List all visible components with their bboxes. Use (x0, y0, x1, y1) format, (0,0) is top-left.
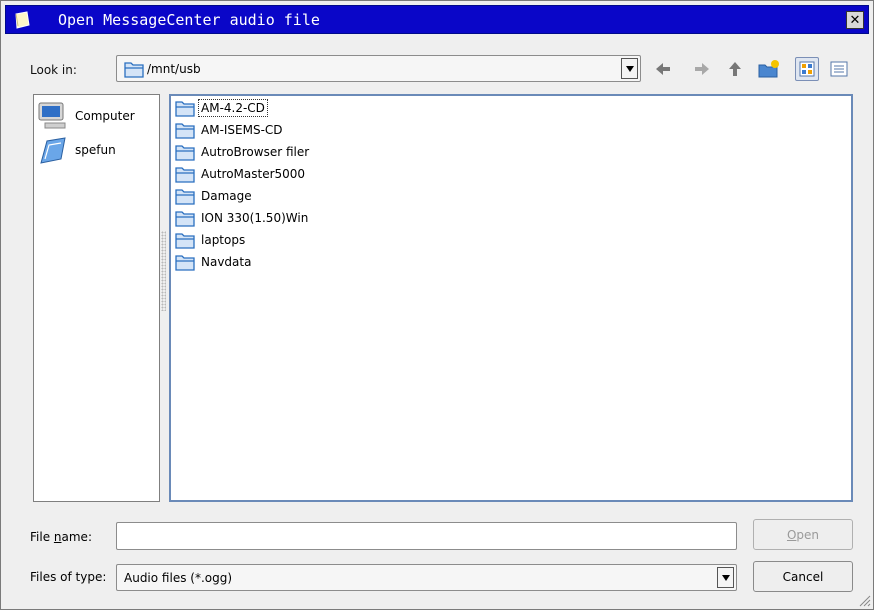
files-of-type-value: Audio files (*.ogg) (124, 571, 233, 585)
file-list-item[interactable]: laptops (175, 229, 247, 251)
file-name: AutroBrowser filer (201, 145, 310, 159)
back-button[interactable] (651, 57, 675, 81)
folder-icon (175, 255, 195, 271)
folder-icon (175, 145, 195, 161)
place-label: Computer (75, 109, 135, 123)
close-button[interactable]: ✕ (846, 11, 864, 29)
up-arrow-icon (729, 62, 741, 76)
file-list-item[interactable]: AM-4.2-CD (175, 97, 268, 119)
folder-icon (175, 101, 195, 117)
notepad-icon (12, 10, 32, 30)
place-computer[interactable]: Computer (37, 101, 135, 131)
file-name-label: File name: (30, 530, 92, 544)
title-bar[interactable]: Open MessageCenter audio file ✕ (5, 5, 869, 34)
icon-view-icon (799, 61, 815, 77)
file-list-item[interactable]: AutroMaster5000 (175, 163, 307, 185)
folder-icon (175, 233, 195, 249)
resize-grip-icon[interactable] (857, 593, 871, 607)
folder-icon (175, 123, 195, 139)
detail-view-icon (830, 61, 848, 77)
file-list-item[interactable]: ION 330(1.50)Win (175, 207, 310, 229)
chevron-down-icon (721, 574, 730, 581)
folder-icon (175, 189, 195, 205)
folder-icon (124, 60, 144, 81)
place-spefun[interactable]: spefun (37, 135, 116, 165)
places-sidebar: Computer spefun (33, 94, 160, 502)
file-name: AM-ISEMS-CD (201, 123, 283, 137)
dialog-title: Open MessageCenter audio file (58, 11, 320, 29)
file-list[interactable]: AM-4.2-CD AM-ISEMS-CD AutroBrowser filer Au… (169, 94, 853, 502)
file-list-item[interactable]: AutroBrowser filer (175, 141, 311, 163)
look-in-combo[interactable]: /mnt/usb (116, 55, 641, 82)
files-of-type-dropdown-button[interactable] (717, 567, 734, 588)
up-folder-button[interactable] (723, 57, 747, 81)
file-name: Navdata (201, 255, 252, 269)
forward-arrow-icon (695, 63, 709, 75)
new-folder-icon (758, 60, 779, 78)
folder-icon (175, 167, 195, 183)
files-of-type-label: Files of type: (30, 570, 107, 584)
detail-view-button[interactable] (827, 57, 851, 81)
new-folder-button[interactable] (757, 57, 781, 81)
folder-icon (175, 211, 195, 227)
home-folder-icon (40, 137, 66, 164)
forward-button[interactable] (690, 57, 714, 81)
file-list-item[interactable]: AM-ISEMS-CD (175, 119, 285, 141)
look-in-label: Look in: (30, 63, 77, 77)
files-of-type-combo[interactable]: Audio files (*.ogg) (116, 564, 737, 591)
file-name: Damage (201, 189, 252, 203)
look-in-path: /mnt/usb (147, 62, 201, 76)
icon-view-button[interactable] (795, 57, 819, 81)
chevron-down-icon (625, 65, 634, 72)
cancel-button[interactable]: Cancel (753, 561, 853, 592)
file-list-item[interactable]: Navdata (175, 251, 253, 273)
open-button[interactable]: Open (753, 519, 853, 550)
panel-splitter[interactable] (161, 231, 166, 311)
file-name: laptops (201, 233, 246, 247)
computer-icon (38, 102, 66, 129)
file-name: AM-4.2-CD (198, 99, 268, 117)
file-name-input[interactable] (116, 522, 737, 550)
place-label: spefun (75, 143, 116, 157)
open-file-dialog: Open MessageCenter audio file ✕ Look in:… (0, 0, 874, 610)
file-name: ION 330(1.50)Win (201, 211, 309, 225)
file-name: AutroMaster5000 (201, 167, 306, 181)
look-in-dropdown-button[interactable] (621, 58, 638, 79)
back-arrow-icon (656, 63, 670, 75)
file-list-item[interactable]: Damage (175, 185, 254, 207)
close-icon: ✕ (849, 12, 861, 28)
